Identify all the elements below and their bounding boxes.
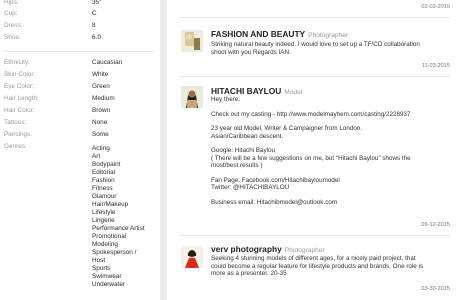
attr-label: Ethnicity: <box>4 59 30 66</box>
attr-value: C <box>92 10 97 17</box>
genre-item: Hair/Makeup <box>92 201 129 208</box>
comment-line: shoot with you Regards IAN. <box>211 48 291 56</box>
attr-label: Hips: <box>4 0 19 6</box>
profile-attributes-panel: Hips: 35" Cup: C Dress: 8 Shoe: 6.0 Ethn… <box>0 0 160 300</box>
genre-item: Host <box>92 257 106 264</box>
attr-value: 8 <box>92 22 96 29</box>
comment-divider <box>179 235 450 236</box>
comment-line: ( There will be a few suggestions on me,… <box>211 154 411 162</box>
attr-label: Piercings: <box>4 131 33 138</box>
comment-line: Striking natural beauty indeed. I would … <box>211 41 420 48</box>
attr-value: Some <box>92 131 109 138</box>
attr-label: Cup: <box>4 10 18 17</box>
comment-line: Check out my casting - http://www.modelm… <box>211 110 411 118</box>
attr-shoe: Shoe: 6.0 <box>4 33 154 43</box>
commenter-name-text[interactable]: verv photography <box>211 244 282 254</box>
comments-panel: 02-02-2019 FASHION AND BEAUTY Photographe… <box>167 0 462 300</box>
genre-item: Fashion <box>92 177 115 184</box>
comment-line: could become a regular feature for lifes… <box>211 262 424 270</box>
attr-label: Hair Color: <box>4 107 35 114</box>
attr-cup: Cup: C <box>4 9 154 19</box>
attr-hips: Hips: 35" <box>4 0 154 8</box>
attr-label: Dress: <box>4 22 23 29</box>
attr-value: 6.0 <box>92 34 101 41</box>
commenter-name[interactable]: FASHION AND BEAUTY Photographer <box>211 29 348 39</box>
comment-divider <box>179 76 450 77</box>
avatar[interactable] <box>181 86 203 108</box>
attr-label: Shoe: <box>4 34 21 41</box>
commenter-role: Photographer <box>284 247 325 254</box>
comment-line: Twitter: @HITACHIBAYLOU <box>211 184 290 191</box>
comment-text: Hey there. Check out my casting - http:/… <box>211 96 411 206</box>
comment-line: Hey there. <box>211 96 241 103</box>
attr-value: Brown <box>92 107 111 114</box>
genre-item: Underwater <box>92 281 126 288</box>
attr-hair-color: Hair Color: Brown <box>4 106 154 116</box>
genre-item: Modeling <box>92 241 118 248</box>
genre-item: Lingerie <box>92 217 115 224</box>
genre-item: Fitness <box>92 185 113 192</box>
comment-line: more as a presenter. 20-35 <box>211 270 287 277</box>
commenter-name-text[interactable]: HITACHI BAYLOU <box>211 86 281 96</box>
attr-value: None <box>92 119 108 126</box>
attr-label: Eye Color: <box>4 83 34 90</box>
attr-label: Genres: <box>4 143 27 150</box>
attr-value: 35" <box>92 0 102 6</box>
comment-line: most/best results ) <box>211 162 263 169</box>
attr-ethnicity: Ethnicity: Caucasian <box>4 58 154 68</box>
attr-value: White <box>92 71 109 78</box>
attr-genres: Genres: <box>4 142 154 152</box>
attr-value: Caucasian <box>92 59 123 66</box>
genre-item: Editorial <box>92 169 116 176</box>
attr-value: Green <box>92 83 110 90</box>
comment-line: Seeking 4 stunning models of different a… <box>211 255 416 262</box>
genre-item: Spokesperson / <box>92 249 137 256</box>
comment-divider <box>179 17 450 18</box>
avatar[interactable] <box>181 30 203 52</box>
genre-item: Art <box>92 153 101 160</box>
attr-label: Skin Color: <box>4 71 36 78</box>
comment-date: 09-12-2015 <box>421 222 450 228</box>
attr-skin-color: Skin Color: White <box>4 70 154 80</box>
attr-eye-color: Eye Color: Green <box>4 82 154 92</box>
comment-line: Fan Page: Facebook.com/Hitachibayloumode… <box>211 176 340 184</box>
genre-item: Performance Artist <box>92 225 145 232</box>
commenter-name[interactable]: verv photography Photographer <box>211 244 325 254</box>
genre-item: Swimwear <box>92 273 122 280</box>
genre-item: Sports <box>92 265 111 272</box>
commenter-name-text[interactable]: FASHION AND BEAUTY <box>211 29 305 39</box>
comment-text: Striking natural beauty indeed. I would … <box>211 41 420 56</box>
comment-text: Seeking 4 stunning models of different a… <box>211 255 423 278</box>
comment-line: Google: Hitachi Baylou <box>211 147 276 154</box>
attr-piercings: Piercings: Some <box>4 130 154 140</box>
attr-tattoos: Tattoos: None <box>4 118 154 128</box>
attr-hair-length: Hair Length: Medium <box>4 94 154 104</box>
comment-line: Asian/Caribbean descent. <box>211 132 284 140</box>
commenter-name[interactable]: HITACHI BAYLOU Model <box>211 86 302 96</box>
genre-item: Promotional <box>92 233 127 240</box>
comment-date: 02-02-2019 <box>421 4 450 10</box>
comment-date: 03-30-2015 <box>421 286 450 292</box>
section-divider <box>4 51 154 52</box>
attr-label: Hair Length: <box>4 95 39 102</box>
comment-date: 11-03-2015 <box>421 63 450 69</box>
commenter-role: Photographer <box>308 32 349 39</box>
comment-line: 23 year old Model, Writer & Campaigner f… <box>211 125 363 132</box>
attr-dress: Dress: 8 <box>4 21 154 31</box>
genre-item: Bodypaint <box>92 161 121 168</box>
attr-label: Tattoos: <box>4 119 27 126</box>
avatar[interactable] <box>181 246 203 268</box>
genre-item: Glamour <box>92 193 117 200</box>
commenter-role: Model <box>284 89 303 96</box>
genre-item: Lifestyle <box>92 209 116 216</box>
genre-item: Acting <box>92 145 110 152</box>
comment-line: Business email: Hitachibmodel@outlook.co… <box>211 198 338 206</box>
attr-value: Medium <box>92 95 115 102</box>
